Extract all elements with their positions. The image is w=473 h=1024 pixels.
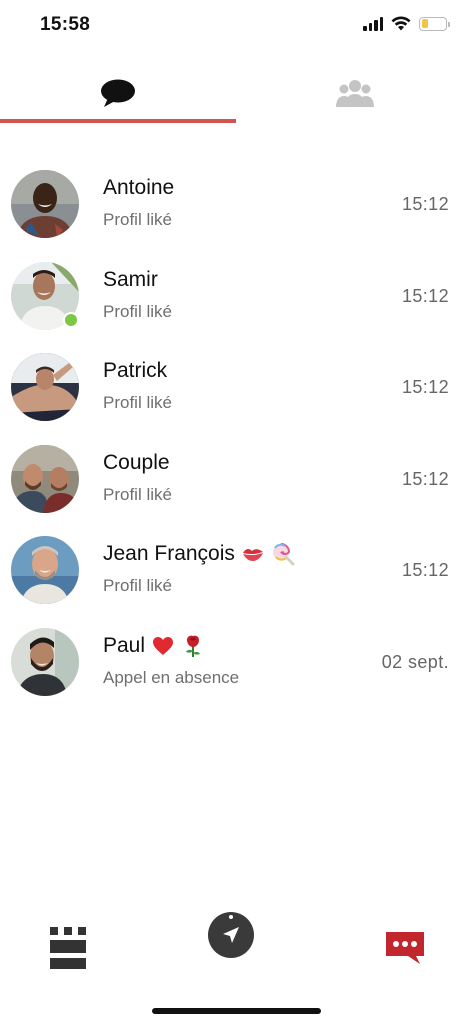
- message-time: 15:12: [401, 560, 449, 580]
- wifi-icon: [391, 16, 411, 31]
- compass-navigation-icon: [208, 912, 254, 958]
- lollipop-emoji: [272, 543, 295, 566]
- contact-name: Jean François: [103, 542, 295, 566]
- conversation-list: Antoine Profil liké 15:12 Samir Profil l…: [0, 168, 473, 717]
- status-bar: 15:58: [0, 0, 473, 52]
- last-message-preview: Profil liké: [103, 210, 172, 229]
- grid-icon: [50, 927, 86, 969]
- chat-bubble-icon: [101, 79, 136, 107]
- last-message-preview: Appel en absence: [103, 667, 240, 687]
- avatar: [11, 444, 79, 513]
- contact-name: Antoine: [103, 176, 175, 199]
- message-time: 15:12: [401, 285, 449, 306]
- contact-name: Paul: [103, 634, 205, 658]
- contact-name: Samir: [103, 267, 158, 291]
- status-indicators: [363, 16, 450, 31]
- avatar: [11, 536, 79, 604]
- red-heart-emoji: [153, 636, 174, 655]
- home-indicator: [152, 1008, 321, 1014]
- online-status-dot: [63, 312, 79, 328]
- nav-grid[interactable]: [50, 927, 86, 974]
- bottom-navigation: [0, 905, 473, 985]
- avatar: [11, 627, 79, 696]
- status-time: 15:58: [40, 14, 91, 35]
- conversation-row-samir[interactable]: Samir Profil liké 15:12: [0, 260, 473, 352]
- tab-messages[interactable]: [0, 62, 237, 124]
- message-time: 15:12: [401, 468, 449, 489]
- conversation-row-jean-francois[interactable]: Jean François Profil liké 15:12: [0, 534, 473, 626]
- nav-messages[interactable]: [386, 932, 424, 969]
- contact-name: Couple: [103, 450, 170, 474]
- nav-explore[interactable]: [207, 911, 255, 964]
- avatar: [11, 170, 79, 238]
- cellular-signal-icon: [363, 16, 383, 31]
- last-message-preview: Profil liké: [103, 484, 172, 504]
- contact-name: Patrick: [103, 359, 168, 382]
- conversation-row-paul[interactable]: Paul Appel en absence 02 sept.: [0, 626, 473, 718]
- message-time: 02 sept.: [381, 651, 449, 672]
- top-tabs: [0, 62, 473, 124]
- last-message-preview: Profil liké: [103, 576, 172, 595]
- last-message-preview: Profil liké: [103, 301, 172, 321]
- conversation-row-patrick[interactable]: Patrick Profil liké 15:12: [0, 351, 473, 443]
- message-time: 15:12: [401, 377, 449, 397]
- rose-emoji: [186, 635, 201, 657]
- active-tab-indicator: [0, 119, 236, 123]
- message-time: 15:12: [401, 194, 449, 214]
- battery-icon: [419, 16, 450, 31]
- conversation-row-couple[interactable]: Couple Profil liké 15:12: [0, 443, 473, 535]
- last-message-preview: Profil liké: [103, 393, 172, 412]
- group-icon: [335, 80, 374, 107]
- message-dots-icon: [386, 932, 424, 964]
- avatar: [11, 353, 79, 421]
- kiss-mark-emoji: [242, 548, 263, 561]
- tab-groups[interactable]: [237, 62, 473, 124]
- conversation-row-antoine[interactable]: Antoine Profil liké 15:12: [0, 168, 473, 260]
